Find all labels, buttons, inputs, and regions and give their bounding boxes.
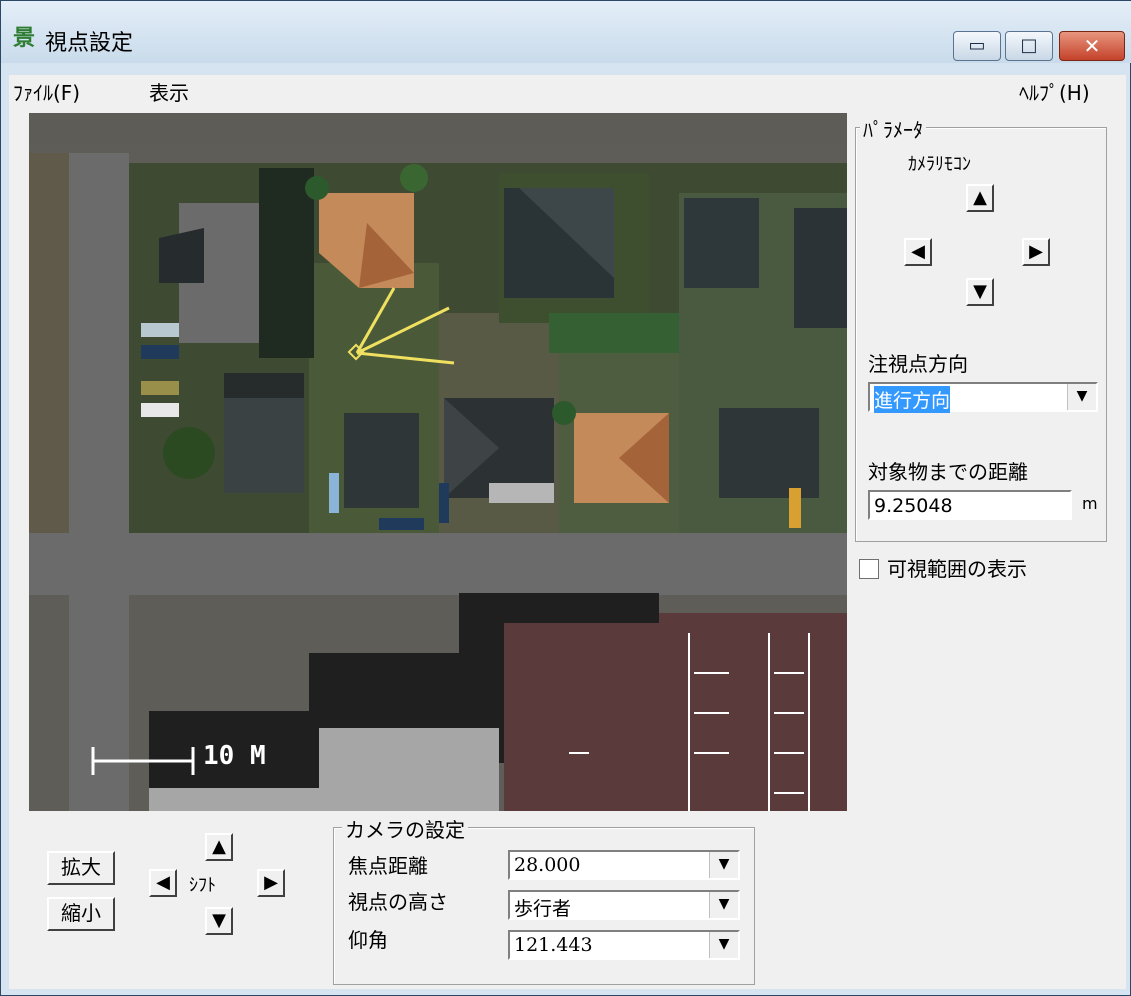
camera-right-button[interactable]: ▶: [1022, 238, 1050, 266]
camera-settings-group: カメラの設定 焦点距離 28.000 ▼ 視点の高さ 歩行者 ▼ 仰角 121.…: [333, 814, 755, 985]
camera-up-button[interactable]: ▲: [966, 184, 994, 212]
shift-label: ｼﾌﾄ: [189, 875, 216, 896]
menu-help[interactable]: ﾍﾙﾌﾟ(H): [1019, 77, 1090, 106]
chevron-down-icon: ▼: [709, 852, 738, 878]
title-bar: 景 視点設定 ▭ □ ✕: [1, 1, 1131, 63]
distance-label: 対象物までの距離: [868, 460, 1028, 484]
window-title: 視点設定: [45, 31, 134, 56]
camera-left-button[interactable]: ◀: [904, 238, 932, 266]
camera-down-button[interactable]: ▼: [966, 278, 994, 306]
visible-range-checkbox[interactable]: [859, 559, 879, 579]
camera-remote-label: ｶﾒﾗﾘﾓｺﾝ: [908, 154, 971, 175]
menu-file[interactable]: ﾌｧｲﾙ(F): [13, 77, 80, 106]
chevron-down-icon: ▼: [709, 892, 738, 918]
close-button[interactable]: ✕: [1059, 31, 1125, 61]
focal-length-select[interactable]: 28.000 ▼: [508, 850, 740, 880]
shift-down-button[interactable]: ▼: [205, 907, 233, 935]
distance-value: 9.25048: [874, 495, 953, 517]
zoom-out-button[interactable]: 縮小: [47, 897, 115, 931]
maximize-button[interactable]: □: [1005, 31, 1053, 61]
aerial-map-view[interactable]: 10 M: [29, 113, 847, 811]
down-arrow-icon: ▼: [212, 910, 226, 931]
gaze-direction-value: 進行方向: [874, 386, 951, 413]
maximize-icon: □: [1020, 35, 1038, 56]
close-icon: ✕: [1083, 34, 1101, 58]
shift-right-button[interactable]: ▶: [257, 869, 285, 897]
menu-bar: ﾌｧｲﾙ(F) 表示 ﾍﾙﾌﾟ(H): [9, 75, 1126, 107]
parameter-group: ﾊﾟﾗﾒｰﾀ ｶﾒﾗﾘﾓｺﾝ ▲ ◀ ▶ ▼ 注視点方向 進行方向 ▼ 対象物ま…: [855, 114, 1107, 542]
chevron-down-icon: ▼: [709, 932, 738, 958]
eye-height-select[interactable]: 歩行者 ▼: [508, 890, 740, 920]
elevation-angle-select[interactable]: 121.443 ▼: [508, 930, 740, 960]
zoom-in-button[interactable]: 拡大: [47, 851, 115, 885]
menu-view[interactable]: 表示: [149, 77, 189, 106]
visible-range-label: 可視範囲の表示: [887, 557, 1027, 581]
app-window: 景 視点設定 ▭ □ ✕ ﾌｧｲﾙ(F) 表示 ﾍﾙﾌﾟ(H) 10 M ﾊﾟﾗ…: [0, 0, 1131, 996]
down-arrow-icon: ▼: [973, 281, 987, 302]
app-icon: 景: [13, 26, 36, 51]
map-scene: [29, 113, 847, 811]
shift-up-button[interactable]: ▲: [205, 833, 233, 861]
gaze-direction-label: 注視点方向: [868, 352, 968, 376]
right-arrow-icon: ▶: [1029, 241, 1043, 262]
elevation-angle-value: 121.443: [514, 934, 593, 956]
shift-left-button[interactable]: ◀: [149, 869, 177, 897]
up-arrow-icon: ▲: [973, 187, 987, 208]
minimize-icon: ▭: [968, 35, 986, 56]
chevron-down-icon: ▼: [1067, 384, 1096, 410]
distance-unit: m: [1082, 494, 1098, 513]
minimize-button[interactable]: ▭: [953, 31, 1001, 61]
distance-input[interactable]: 9.25048: [868, 490, 1072, 520]
right-arrow-icon: ▶: [264, 872, 278, 893]
map-scale-label: 10 M: [203, 741, 266, 771]
parameter-group-title: ﾊﾟﾗﾒｰﾀ: [860, 114, 926, 143]
up-arrow-icon: ▲: [212, 836, 226, 857]
elevation-angle-label: 仰角: [348, 928, 388, 952]
left-arrow-icon: ◀: [156, 872, 170, 893]
left-arrow-icon: ◀: [911, 241, 925, 262]
eye-height-value: 歩行者: [514, 898, 572, 920]
client-area: 10 M ﾊﾟﾗﾒｰﾀ ｶﾒﾗﾘﾓｺﾝ ▲ ◀ ▶ ▼ 注視点方向 進行方向 ▼…: [9, 107, 1126, 989]
focal-length-label: 焦点距離: [348, 854, 428, 878]
camera-settings-title: カメラの設定: [342, 814, 468, 843]
focal-length-value: 28.000: [514, 854, 581, 876]
eye-height-label: 視点の高さ: [348, 890, 448, 914]
gaze-direction-select[interactable]: 進行方向 ▼: [868, 382, 1098, 413]
